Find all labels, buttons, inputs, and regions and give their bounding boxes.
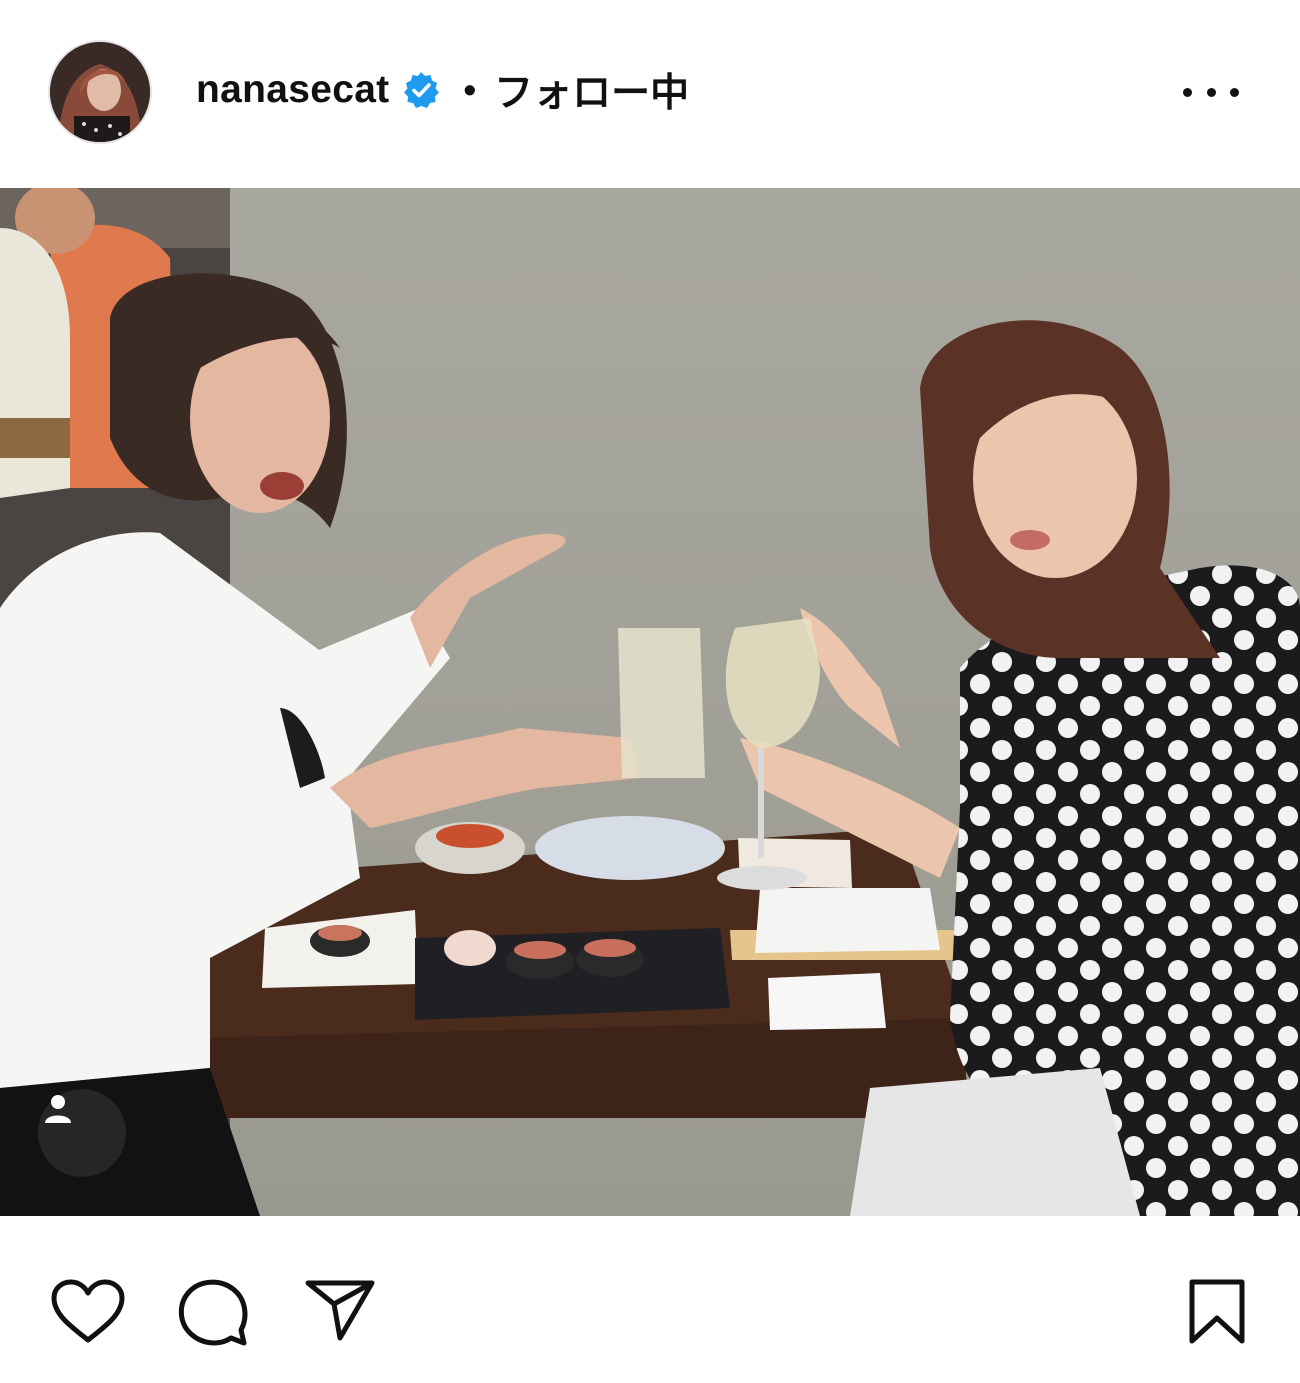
- more-dot: [1183, 87, 1192, 97]
- user-row: nanasecat • フォロー中: [196, 64, 689, 116]
- more-dot: [1206, 87, 1216, 97]
- post-action-bar: [0, 1216, 1300, 1383]
- heart-icon[interactable]: [50, 1278, 126, 1344]
- more-dot: [1230, 87, 1239, 97]
- user-tag-icon[interactable]: [38, 1089, 126, 1177]
- bookmark-icon[interactable]: [1186, 1278, 1248, 1346]
- more-options-icon[interactable]: [1180, 72, 1242, 112]
- comment-icon[interactable]: [176, 1277, 250, 1349]
- send-icon[interactable]: [304, 1278, 376, 1342]
- following-status[interactable]: フォロー中: [494, 62, 689, 118]
- post-image: [0, 188, 1300, 1216]
- post-header: nanasecat • フォロー中: [0, 0, 1300, 188]
- avatar-image: [50, 42, 150, 142]
- profile-avatar[interactable]: [50, 42, 150, 142]
- post-photo[interactable]: [0, 188, 1300, 1216]
- verified-badge-icon: [401, 70, 441, 110]
- separator-dot: •: [463, 69, 477, 110]
- username-link[interactable]: nanasecat: [196, 68, 389, 112]
